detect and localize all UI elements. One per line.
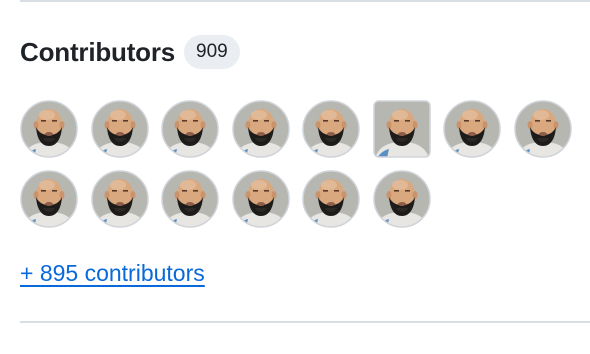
contributor-avatar[interactable] [20, 100, 78, 158]
bearded-man-avatar-icon [302, 100, 360, 158]
contributor-avatar[interactable] [443, 100, 501, 158]
bearded-man-avatar-icon [232, 170, 290, 228]
bearded-man-avatar-icon [20, 170, 78, 228]
contributors-count-badge: 909 [184, 35, 240, 69]
contributor-avatar[interactable] [373, 170, 431, 228]
contributor-avatar[interactable] [232, 100, 290, 158]
bearded-man-avatar-icon [20, 100, 78, 158]
top-divider [20, 0, 590, 2]
contributors-header: Contributors 909 [20, 34, 240, 70]
contributor-avatar[interactable] [232, 170, 290, 228]
bearded-man-avatar-icon [514, 100, 572, 158]
contributor-avatar[interactable] [20, 170, 78, 228]
contributor-avatar[interactable] [514, 100, 572, 158]
bearded-man-avatar-icon [302, 170, 360, 228]
bottom-divider [20, 321, 590, 323]
bearded-man-avatar-icon [91, 100, 149, 158]
bearded-man-avatar-icon [161, 100, 219, 158]
contributors-panel: Contributors 909 + 895 contributors [0, 0, 590, 354]
bearded-man-avatar-icon [91, 170, 149, 228]
contributor-avatar[interactable] [91, 100, 149, 158]
contributor-avatar[interactable] [302, 170, 360, 228]
contributor-avatar[interactable] [91, 170, 149, 228]
contributor-avatar[interactable] [302, 100, 360, 158]
bearded-man-avatar-icon [443, 100, 501, 158]
bearded-man-avatar-icon [232, 100, 290, 158]
contributor-avatar[interactable] [161, 170, 219, 228]
bearded-man-avatar-icon [161, 170, 219, 228]
more-contributors-link[interactable]: + 895 contributors [20, 260, 205, 287]
contributor-avatar[interactable] [373, 100, 431, 158]
contributor-avatar[interactable] [161, 100, 219, 158]
bearded-man-avatar-icon [373, 100, 431, 158]
bearded-man-avatar-icon [373, 170, 431, 228]
contributors-title[interactable]: Contributors [20, 37, 175, 68]
